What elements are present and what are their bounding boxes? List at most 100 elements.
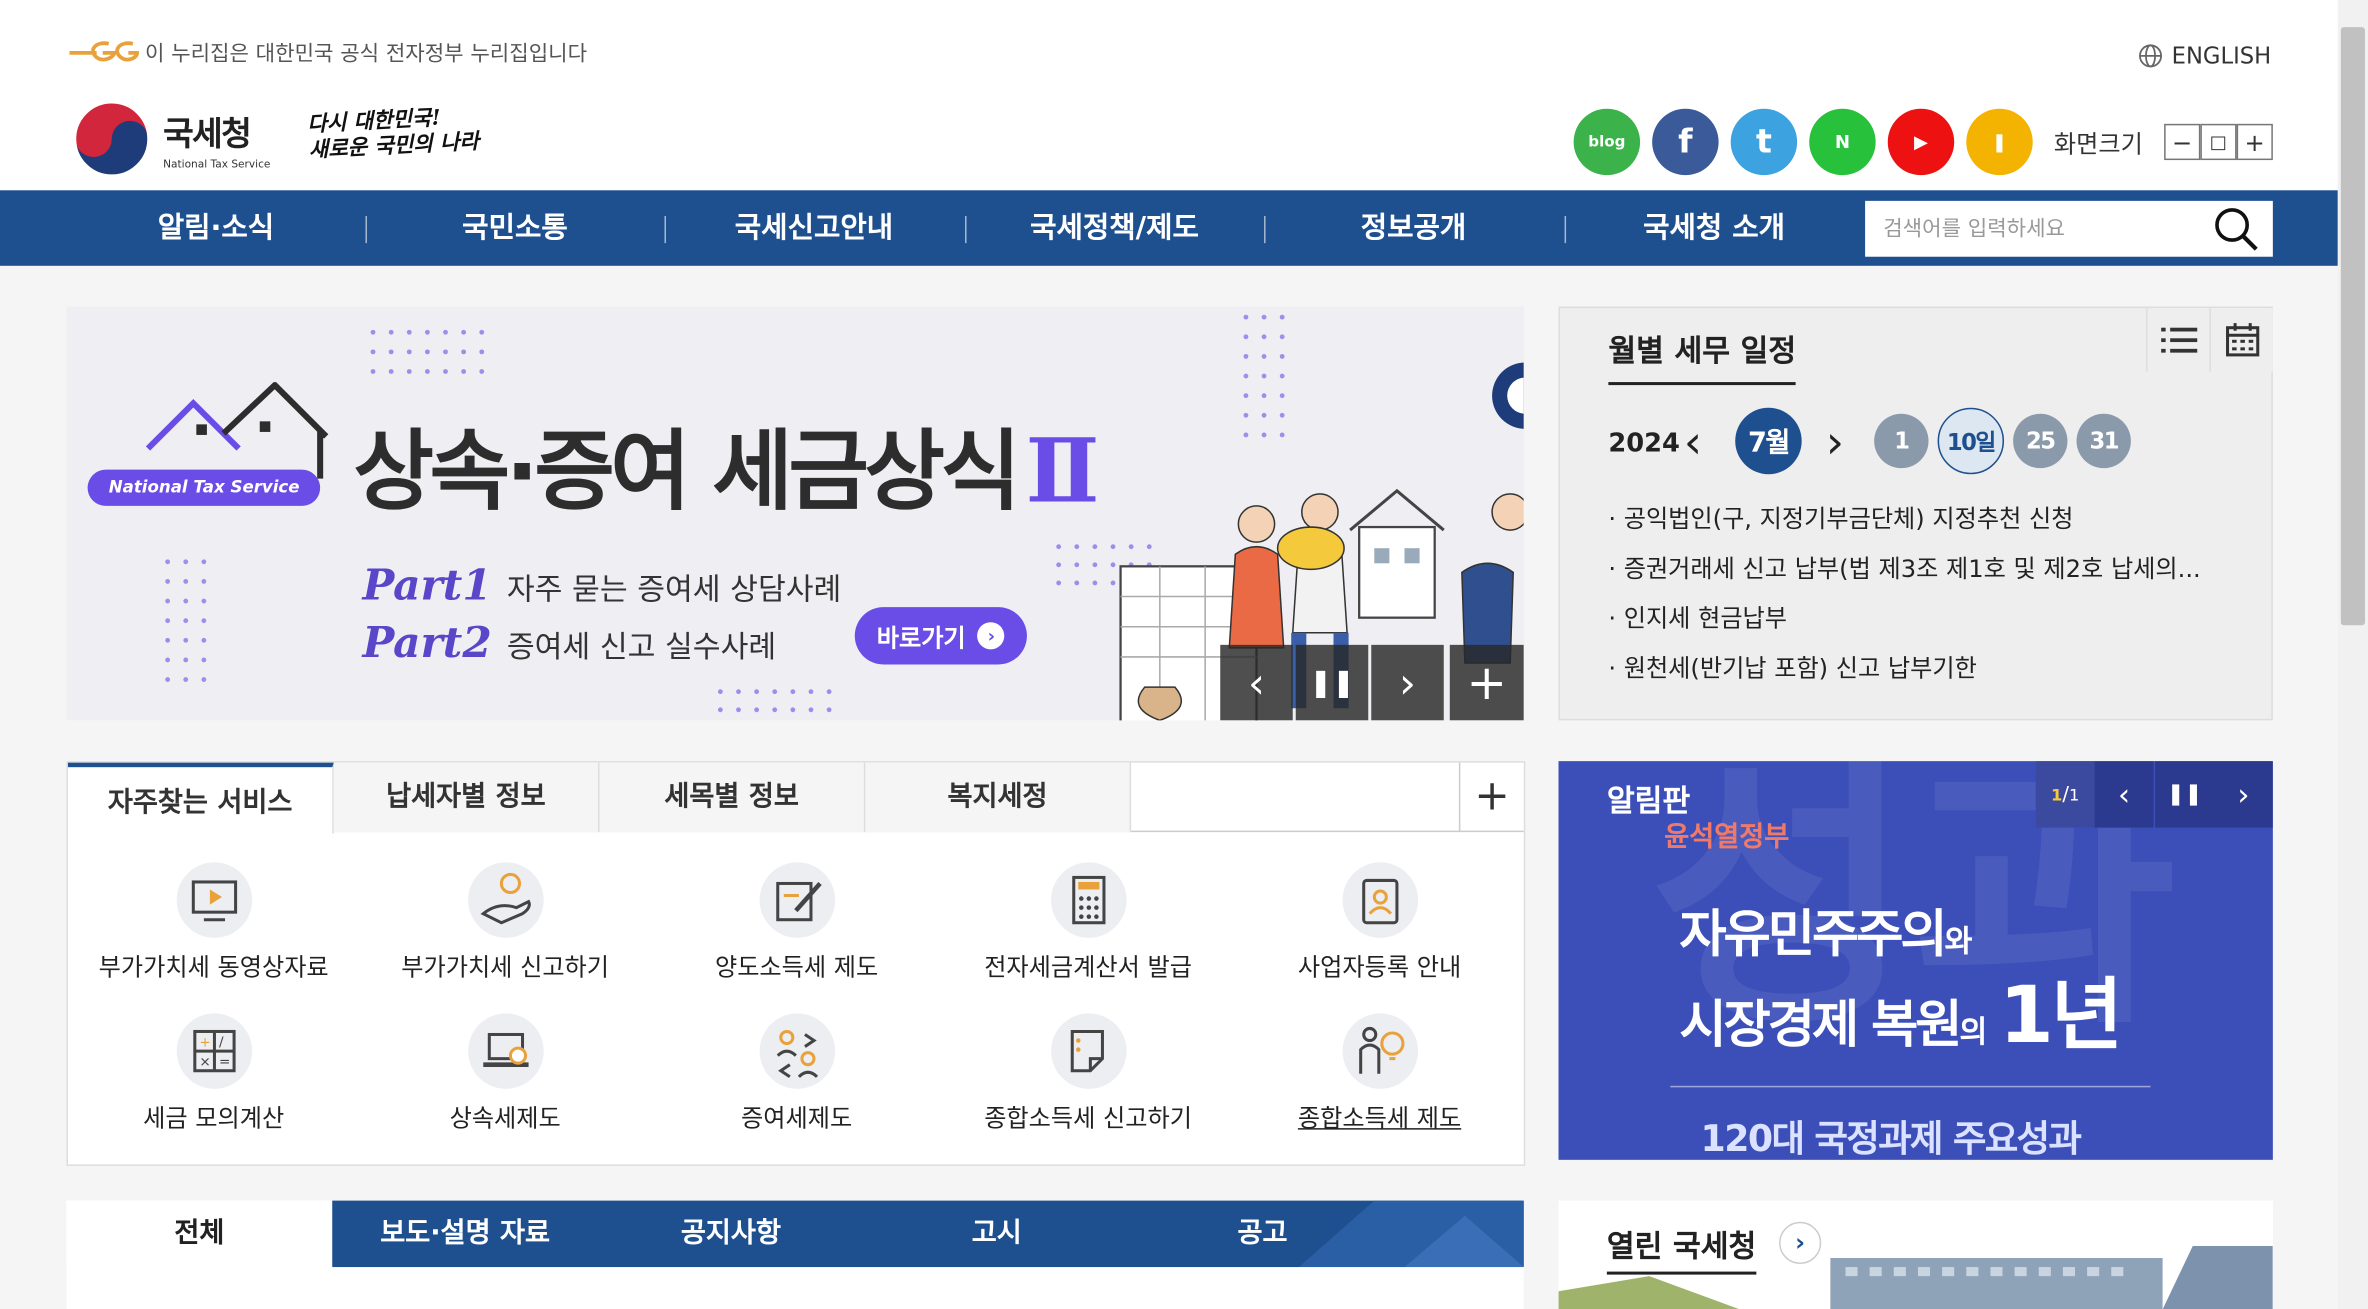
svg-text:=: = bbox=[218, 1054, 229, 1070]
schedule-day-button[interactable]: 1 bbox=[1874, 413, 1929, 469]
font-reset-button[interactable]: □ bbox=[2200, 123, 2237, 161]
main-banner[interactable]: National Tax Service 상속·증여 세금상식 Ⅱ Part1 자… bbox=[66, 306, 1524, 721]
banner-title-text: 상속·증여 세금상식 bbox=[353, 419, 1021, 523]
logo-english: National Tax Service bbox=[163, 158, 271, 171]
search-icon[interactable] bbox=[2212, 205, 2260, 253]
banner-more-button[interactable]: + bbox=[1449, 644, 1524, 721]
nts-logo[interactable]: 국세청 National Tax Service bbox=[72, 100, 270, 179]
schedule-year: 2024 bbox=[1608, 428, 1680, 460]
egov-logo-icon bbox=[69, 41, 139, 62]
service-label: 전자세금계산서 발급 bbox=[984, 952, 1192, 982]
note-icon bbox=[1050, 1013, 1126, 1089]
logo-partial-icon bbox=[1492, 362, 1524, 429]
notice-board[interactable]: 성과 알림판 1/1 ‹ ❚❚ › 윤석열정부 자유민주주의와 시장경제 복원의… bbox=[1558, 761, 2273, 1160]
schedule-day-button-active[interactable]: 10일 bbox=[1937, 407, 2005, 475]
news-tab-bar: 보도·설명 자료 공지사항 고시 공고 bbox=[332, 1200, 1524, 1268]
nav-item-news[interactable]: 알림·소식 bbox=[66, 190, 365, 266]
youtube-icon[interactable]: ▶ bbox=[1887, 108, 1955, 176]
open-nts-more-button[interactable]: › bbox=[1779, 1221, 1822, 1265]
banner-shortcut-button[interactable]: 바로가기 › bbox=[854, 607, 1027, 665]
sns-links: blog f t N ▶ ❚ bbox=[1573, 108, 2045, 176]
taegeuk-logo-icon bbox=[74, 101, 149, 176]
part2-text: 증여세 신고 실수사례 bbox=[506, 628, 777, 665]
board-title: 알림판 bbox=[1606, 782, 1691, 819]
month-prev-button[interactable]: ‹ bbox=[1684, 417, 1702, 470]
font-size-label: 화면크기 bbox=[2053, 129, 2143, 159]
calendar-view-button[interactable] bbox=[2209, 308, 2273, 372]
service-item[interactable]: 사업자등록 안내 bbox=[1234, 862, 1525, 983]
svg-text:×: × bbox=[199, 1054, 210, 1070]
schedule-title: 월별 세무 일정 bbox=[1608, 326, 1797, 386]
banner-part1: Part1 자주 묻는 증여세 상담사례 bbox=[362, 560, 841, 610]
service-label: 부가가치세 신고하기 bbox=[401, 952, 610, 982]
service-item[interactable]: + / × = 세금 모의계산 bbox=[68, 1013, 359, 1134]
tab-tax-item-info[interactable]: 세목별 정보 bbox=[599, 762, 866, 833]
service-item[interactable]: 양도소득세 제도 bbox=[651, 862, 942, 983]
shortcut-label: 바로가기 bbox=[876, 623, 966, 653]
gov-notice[interactable]: 이 누리집은 대한민국 공식 전자정부 누리집입니다 bbox=[66, 38, 587, 68]
banner-pause-button[interactable]: ❚❚ bbox=[1295, 644, 1369, 721]
tab-frequent-services[interactable]: 자주찾는 서비스 bbox=[67, 762, 334, 834]
tab-public-notice[interactable]: 공고 bbox=[1130, 1201, 1396, 1267]
schedule-item[interactable]: 인지세 현금납부 bbox=[1608, 601, 2242, 651]
open-nts-panel: 열린 국세청 › bbox=[1558, 1200, 2273, 1309]
nav-item-tax-policy[interactable]: 국세정책/제도 bbox=[965, 190, 1264, 266]
service-item[interactable]: 부가가치세 동영상자료 bbox=[68, 862, 359, 983]
person-bulb-icon bbox=[1341, 1013, 1418, 1089]
pen-document-icon bbox=[758, 862, 835, 938]
font-decrease-button[interactable]: − bbox=[2163, 123, 2201, 161]
tab-announcement[interactable]: 고시 bbox=[864, 1201, 1130, 1267]
kakao-story-icon[interactable]: ❚ bbox=[1966, 108, 2033, 176]
nav-item-communication[interactable]: 국민소통 bbox=[365, 190, 664, 266]
board-pause-button[interactable]: ❚❚ bbox=[2155, 761, 2214, 828]
service-item[interactable]: 종합소득세 제도 bbox=[1234, 1013, 1525, 1134]
nav-item-about[interactable]: 국세청 소개 bbox=[1565, 190, 1864, 266]
globe-icon bbox=[2139, 44, 2163, 68]
english-link[interactable]: ENGLISH bbox=[2138, 42, 2271, 69]
service-item[interactable]: 전자세금계산서 발급 bbox=[942, 862, 1233, 983]
banner-next-button[interactable]: › bbox=[1371, 644, 1444, 721]
service-item[interactable]: 종합소득세 신고하기 bbox=[942, 1013, 1233, 1134]
service-item[interactable]: 증여세제도 bbox=[651, 1013, 942, 1134]
monthly-tax-schedule: 월별 세무 일정 2024 ‹ 7월 › 1 10일 25 31 공익법인(구,… bbox=[1558, 306, 2273, 721]
vertical-scrollbar[interactable] bbox=[2337, 0, 2368, 1309]
nav-item-disclosure[interactable]: 정보공개 bbox=[1264, 190, 1563, 266]
service-label: 종합소득세 제도 bbox=[1297, 1103, 1462, 1133]
dot-pattern bbox=[717, 689, 832, 713]
schedule-day-button[interactable]: 25 bbox=[2013, 413, 2068, 469]
english-label: ENGLISH bbox=[2171, 42, 2272, 70]
service-item[interactable]: 부가가치세 신고하기 bbox=[359, 862, 650, 983]
schedule-day-button[interactable]: 31 bbox=[2076, 413, 2131, 469]
schedule-item[interactable]: 증권거래세 신고 납부(법 제3조 제1호 및 제2호 납세의... bbox=[1608, 551, 2242, 601]
tab-all-news[interactable]: 전체 bbox=[66, 1200, 333, 1268]
board-prev-button[interactable]: ‹ bbox=[2094, 761, 2154, 828]
house-outline-icon bbox=[145, 382, 329, 479]
part1-text: 자주 묻는 증여세 상담사례 bbox=[506, 570, 842, 608]
banner-prev-button[interactable]: ‹ bbox=[1220, 644, 1293, 721]
schedule-item[interactable]: 원천세(반기납 포함) 신고 납부기한 bbox=[1608, 651, 2242, 701]
naver-post-icon[interactable]: N bbox=[1809, 108, 1876, 176]
service-item[interactable]: 상속세제도 bbox=[359, 1013, 650, 1134]
service-label: 증여세제도 bbox=[741, 1103, 853, 1133]
font-increase-button[interactable]: + bbox=[2236, 123, 2273, 161]
facebook-icon[interactable]: f bbox=[1652, 108, 1719, 176]
tab-welfare-tax[interactable]: 복지세정 bbox=[865, 762, 1132, 833]
list-view-button[interactable] bbox=[2145, 308, 2210, 372]
tab-notices[interactable]: 공지사항 bbox=[598, 1201, 864, 1267]
schedule-item[interactable]: 공익법인(구, 지정기부금단체) 지정추천 신청 bbox=[1608, 501, 2242, 551]
board-next-button[interactable]: › bbox=[2213, 761, 2273, 828]
board-divider bbox=[1670, 1085, 2151, 1088]
dot-pattern bbox=[1243, 314, 1285, 438]
service-label: 사업자등록 안내 bbox=[1297, 952, 1462, 982]
search-input[interactable] bbox=[1865, 202, 2198, 256]
services-more-button[interactable]: + bbox=[1458, 762, 1524, 833]
scrollbar-thumb[interactable] bbox=[2340, 27, 2365, 626]
tab-press-release[interactable]: 보도·설명 자료 bbox=[332, 1201, 598, 1267]
tab-taxpayer-info[interactable]: 납세자별 정보 bbox=[333, 762, 600, 833]
blog-icon[interactable]: blog bbox=[1573, 108, 1641, 176]
open-nts-title: 열린 국세청 bbox=[1606, 1222, 1757, 1275]
month-next-button[interactable]: › bbox=[1826, 417, 1844, 470]
nav-item-tax-filing[interactable]: 국세신고안내 bbox=[664, 190, 963, 266]
twitter-icon[interactable]: t bbox=[1730, 108, 1798, 176]
main-nav: 알림·소식 국민소통 국세신고안내 국세정책/제도 정보공개 국세청 소개 bbox=[0, 190, 2338, 266]
